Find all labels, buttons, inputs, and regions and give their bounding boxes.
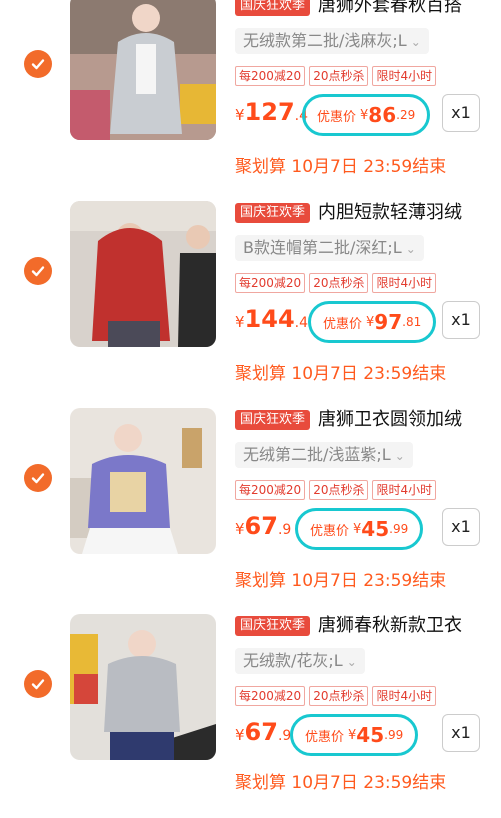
promo-tag: 限时4小时 bbox=[372, 66, 437, 86]
promo-badge: 国庆狂欢季 bbox=[235, 203, 311, 223]
select-checkbox[interactable] bbox=[24, 670, 52, 698]
quantity-button[interactable]: x1 bbox=[442, 714, 480, 752]
cart-item: 国庆狂欢季 内胆短款轻薄羽绒 B款连帽第二批/深红;L ⌄ 每200减20 20点… bbox=[0, 201, 501, 405]
quantity-button[interactable]: x1 bbox=[442, 508, 480, 546]
promo-tag: 每200减20 bbox=[235, 480, 306, 500]
discount-price: 优惠价 ¥45.99 bbox=[290, 714, 419, 756]
chevron-down-icon: ⌄ bbox=[410, 35, 421, 49]
variant-selector[interactable]: 无绒款/花灰;L ⌄ bbox=[235, 648, 365, 674]
product-photo-jacket bbox=[70, 0, 216, 140]
chevron-down-icon: ⌄ bbox=[405, 242, 416, 256]
check-icon bbox=[31, 59, 45, 70]
select-checkbox[interactable] bbox=[24, 50, 52, 78]
deal-countdown: 聚划算 10月7日 23:59结束 bbox=[235, 773, 447, 793]
product-photo-hoodie bbox=[70, 614, 216, 760]
chevron-down-icon: ⌄ bbox=[346, 655, 357, 669]
variant-selector[interactable]: 无绒第二批/浅蓝紫;L ⌄ bbox=[235, 442, 413, 468]
promo-badge: 国庆狂欢季 bbox=[235, 616, 311, 636]
product-title[interactable]: 唐狮卫衣圆领加绒 bbox=[318, 408, 462, 432]
promo-tag: 限时4小时 bbox=[372, 273, 437, 293]
promo-tags: 每200减20 20点秒杀 限时4小时 bbox=[235, 686, 440, 706]
product-image[interactable] bbox=[70, 0, 216, 140]
original-price: ¥67.9 bbox=[235, 512, 292, 540]
variant-label: 无绒款第二批/浅麻灰;L bbox=[243, 31, 407, 50]
chevron-down-icon: ⌄ bbox=[394, 449, 405, 463]
check-icon bbox=[31, 266, 45, 277]
promo-badge: 国庆狂欢季 bbox=[235, 410, 311, 430]
promo-tag: 20点秒杀 bbox=[309, 273, 369, 293]
cart-item: 国庆狂欢季 唐狮外套春秋百搭 无绒款第二批/浅麻灰;L ⌄ 每200减20 20点… bbox=[0, 0, 501, 198]
product-title[interactable]: 内胆短款轻薄羽绒 bbox=[318, 201, 462, 225]
promo-tag: 20点秒杀 bbox=[309, 66, 369, 86]
original-price: ¥67.9 bbox=[235, 718, 292, 746]
product-image[interactable] bbox=[70, 614, 216, 760]
promo-tag: 每200减20 bbox=[235, 686, 306, 706]
quantity-button[interactable]: x1 bbox=[442, 94, 480, 132]
product-title[interactable]: 唐狮外套春秋百搭 bbox=[318, 0, 462, 18]
product-image[interactable] bbox=[70, 408, 216, 554]
promo-tags: 每200减20 20点秒杀 限时4小时 bbox=[235, 480, 440, 500]
variant-label: 无绒款/花灰;L bbox=[243, 651, 343, 670]
select-checkbox[interactable] bbox=[24, 464, 52, 492]
promo-tag: 每200减20 bbox=[235, 66, 306, 86]
deal-countdown: 聚划算 10月7日 23:59结束 bbox=[235, 571, 447, 591]
select-checkbox[interactable] bbox=[24, 257, 52, 285]
original-price: ¥127.4 bbox=[235, 98, 309, 126]
product-title[interactable]: 唐狮春秋新款卫衣 bbox=[318, 614, 462, 638]
cart-item: 国庆狂欢季 唐狮卫衣圆领加绒 无绒第二批/浅蓝紫;L ⌄ 每200减20 20点秒… bbox=[0, 408, 501, 612]
promo-tags: 每200减20 20点秒杀 限时4小时 bbox=[235, 66, 440, 86]
deal-countdown: 聚划算 10月7日 23:59结束 bbox=[235, 157, 447, 177]
promo-tag: 20点秒杀 bbox=[309, 480, 369, 500]
discount-price: 优惠价 ¥97.81 bbox=[308, 301, 437, 343]
deal-countdown: 聚划算 10月7日 23:59结束 bbox=[235, 364, 447, 384]
discount-price: 优惠价 ¥45.99 bbox=[295, 508, 424, 550]
product-photo-sweatshirt bbox=[70, 408, 216, 554]
variant-label: B款连帽第二批/深红;L bbox=[243, 238, 402, 257]
variant-selector[interactable]: 无绒款第二批/浅麻灰;L ⌄ bbox=[235, 28, 429, 54]
promo-badge: 国庆狂欢季 bbox=[235, 0, 311, 16]
variant-label: 无绒第二批/浅蓝紫;L bbox=[243, 445, 391, 464]
promo-tag: 20点秒杀 bbox=[309, 686, 369, 706]
cart-item: 国庆狂欢季 唐狮春秋新款卫衣 无绒款/花灰;L ⌄ 每200减20 20点秒杀 限… bbox=[0, 614, 501, 818]
variant-selector[interactable]: B款连帽第二批/深红;L ⌄ bbox=[235, 235, 424, 261]
promo-tags: 每200减20 20点秒杀 限时4小时 bbox=[235, 273, 440, 293]
check-icon bbox=[31, 679, 45, 690]
promo-tag: 限时4小时 bbox=[372, 480, 437, 500]
check-icon bbox=[31, 473, 45, 484]
product-photo-down-jacket bbox=[70, 201, 216, 347]
quantity-button[interactable]: x1 bbox=[442, 301, 480, 339]
original-price: ¥144.4 bbox=[235, 305, 309, 333]
product-image[interactable] bbox=[70, 201, 216, 347]
discount-price: 优惠价 ¥86.29 bbox=[302, 94, 431, 136]
promo-tag: 限时4小时 bbox=[372, 686, 437, 706]
promo-tag: 每200减20 bbox=[235, 273, 306, 293]
